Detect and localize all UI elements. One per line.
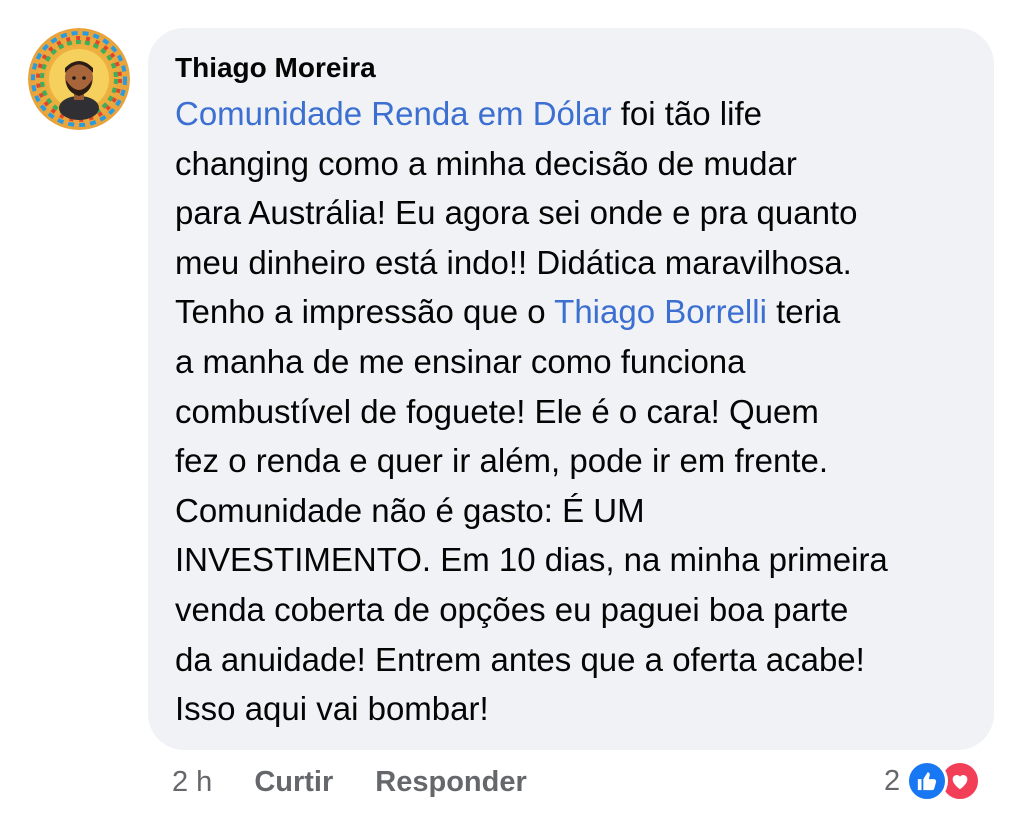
comment-screen: Thiago Moreira Comunidade Renda em Dólar…	[0, 0, 1024, 835]
mention-link[interactable]: Comunidade Renda em Dólar	[175, 95, 612, 132]
reactions-summary[interactable]: 2	[884, 758, 982, 804]
comment-bubble: Thiago Moreira Comunidade Renda em Dólar…	[148, 28, 994, 750]
comment-author[interactable]: Thiago Moreira	[175, 50, 974, 86]
like-button[interactable]: Curtir	[254, 766, 333, 799]
reaction-count: 2	[884, 764, 901, 797]
comment-timestamp[interactable]: 2 h	[172, 766, 212, 799]
like-icon	[906, 760, 949, 802]
avatar-image	[28, 28, 130, 130]
avatar[interactable]	[28, 28, 130, 130]
reply-button[interactable]: Responder	[375, 766, 526, 799]
mention-link[interactable]: Thiago Borrelli	[554, 293, 767, 330]
comment-text-segment: teria a manha de me ensinar como funcion…	[175, 293, 888, 728]
comment-actions: 2 h Curtir Responder	[172, 762, 527, 802]
comment-text: Comunidade Renda em Dólar foi tão life c…	[175, 89, 974, 734]
